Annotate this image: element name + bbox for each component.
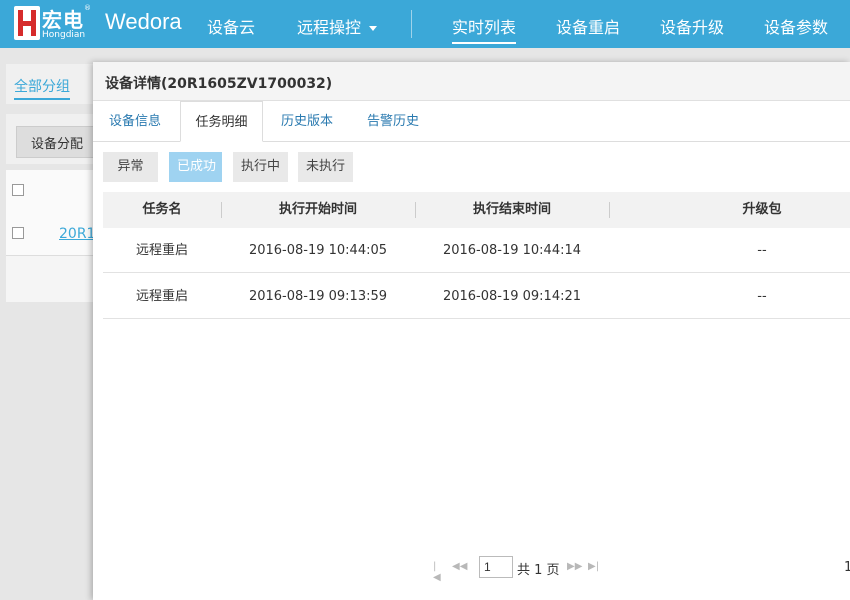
logo-english-text: Hongdian	[42, 30, 86, 40]
modal-header: 设备详情(20R1605ZV1700032)	[93, 62, 850, 101]
start-time-cell: 2016-08-19 09:13:59	[248, 289, 388, 304]
total-pages-text: 共 1 页	[517, 563, 560, 578]
upgrade-package-cell: --	[757, 289, 767, 304]
filter-succeeded[interactable]: 已成功	[169, 152, 222, 182]
end-time-cell: 2016-08-19 10:44:14	[442, 243, 582, 258]
tab-task-details[interactable]: 任务明细	[180, 101, 263, 142]
filter-abnormal[interactable]: 异常	[103, 152, 158, 182]
filter-executing[interactable]: 执行中	[233, 152, 288, 182]
device-detail-modal: 设备详情(20R1605ZV1700032) 设备信息 任务明细 历史版本 告警…	[93, 62, 850, 600]
modal-title: 设备详情(20R1605ZV1700032)	[105, 76, 333, 92]
next-page-icon[interactable]: ▶▶	[567, 561, 582, 572]
upgrade-package-cell: --	[757, 243, 767, 258]
task-name-cell: 远程重启	[135, 243, 188, 258]
filter-not-executed[interactable]: 未执行	[298, 152, 353, 182]
chevron-down-icon	[369, 26, 378, 31]
brand-name: Wedora	[105, 9, 182, 34]
top-nav-bar: 宏电 ® Hongdian Wedora 设备云 远程操控 实时列表 设备重启 …	[0, 0, 850, 48]
nav-device-upgrade[interactable]: 设备升级	[660, 14, 724, 38]
task-table-header: 任务名 执行开始时间 执行结束时间 升级包	[103, 192, 850, 228]
last-page-icon[interactable]: ▶|	[588, 561, 599, 572]
table-row[interactable]: 远程重启 2016-08-19 10:44:05 2016-08-19 10:4…	[103, 228, 850, 273]
start-time-cell: 2016-08-19 10:44:05	[248, 243, 388, 258]
nav-device-restart[interactable]: 设备重启	[556, 14, 620, 38]
nav-divider	[411, 10, 412, 38]
column-task-name: 任务名	[142, 202, 182, 217]
device-id-link[interactable]: 20R1	[59, 226, 95, 242]
hongdian-logo: 宏电 ® Hongdian	[14, 4, 94, 44]
select-all-checkbox[interactable]	[12, 184, 24, 196]
page-number-input[interactable]	[479, 556, 513, 578]
detail-tabs: 设备信息 任务明细 历史版本 告警历史	[93, 101, 850, 142]
row-checkbox[interactable]	[12, 227, 24, 239]
assign-device-button[interactable]: 设备分配	[16, 126, 98, 158]
nav-device-cloud[interactable]: 设备云	[207, 14, 255, 38]
column-upgrade-package: 升级包	[742, 202, 782, 217]
end-time-cell: 2016-08-19 09:14:21	[442, 289, 582, 304]
logo-registered-mark: ®	[84, 4, 91, 12]
first-page-icon[interactable]: |◀	[433, 561, 441, 583]
table-row[interactable]: 远程重启 2016-08-19 09:13:59 2016-08-19 09:1…	[103, 274, 850, 319]
tab-device-info[interactable]: 设备信息	[109, 101, 161, 142]
task-name-cell: 远程重启	[135, 289, 188, 304]
logo-h-icon	[14, 6, 40, 40]
nav-device-params[interactable]: 设备参数	[764, 14, 828, 38]
column-start-time: 执行开始时间	[278, 202, 357, 217]
logo-chinese-text: 宏电	[42, 8, 84, 32]
prev-page-icon[interactable]: ◀◀	[452, 561, 467, 572]
tab-history-versions[interactable]: 历史版本	[281, 101, 333, 142]
nav-remote-control[interactable]: 远程操控	[297, 14, 378, 38]
column-end-time: 执行结束时间	[472, 202, 551, 217]
page-size-value: 1	[844, 560, 850, 575]
nav-realtime-list[interactable]: 实时列表	[452, 14, 517, 44]
nav-remote-control-label: 远程操控	[297, 18, 362, 37]
tab-alarm-history[interactable]: 告警历史	[367, 101, 419, 142]
all-groups-tab[interactable]: 全部分组	[14, 76, 70, 100]
